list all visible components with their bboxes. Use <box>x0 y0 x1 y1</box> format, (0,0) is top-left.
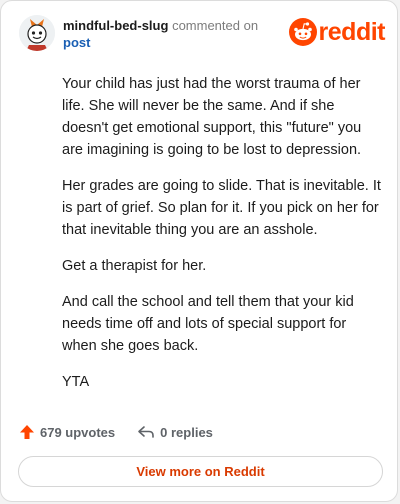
user-avatar[interactable] <box>19 15 55 51</box>
reddit-wordmark: reddit <box>318 17 386 46</box>
comment-footer: 679 upvotes 0 replies <box>19 421 235 443</box>
comment-paragraph: Your child has just had the worst trauma… <box>62 76 362 158</box>
comment-paragraph: Her grades are going to slide. That is i… <box>62 178 381 238</box>
upvote-arrow-icon <box>20 425 34 439</box>
reply-arrow-icon <box>138 426 154 438</box>
view-more-button[interactable]: View more on Reddit <box>18 456 383 487</box>
comment-paragraph: YTA <box>62 374 90 390</box>
replies-stat[interactable]: 0 replies <box>137 424 213 440</box>
comment-embed-card: mindful-bed-slug commented on post reddi… <box>0 0 398 502</box>
upvotes-count: 679 upvotes <box>40 424 116 440</box>
comment-header: mindful-bed-slug commented on post reddi… <box>19 15 386 55</box>
byline: mindful-bed-slug commented on post <box>63 17 258 51</box>
comment-paragraph: And call the school and tell them that y… <box>62 294 354 354</box>
upvotes-stat[interactable]: 679 upvotes <box>19 424 115 440</box>
reddit-snoo-icon <box>288 18 317 46</box>
snoo-avatar-icon <box>19 15 55 51</box>
reddit-logo[interactable]: reddit <box>288 17 386 47</box>
action-text: commented on <box>172 18 259 33</box>
comment-body: Your child has just had the worst trauma… <box>62 73 382 407</box>
author-name[interactable]: mindful-bed-slug <box>63 18 168 33</box>
post-link[interactable]: post <box>63 34 258 51</box>
replies-count: 0 replies <box>160 424 213 440</box>
comment-paragraph: Get a therapist for her. <box>62 258 207 274</box>
